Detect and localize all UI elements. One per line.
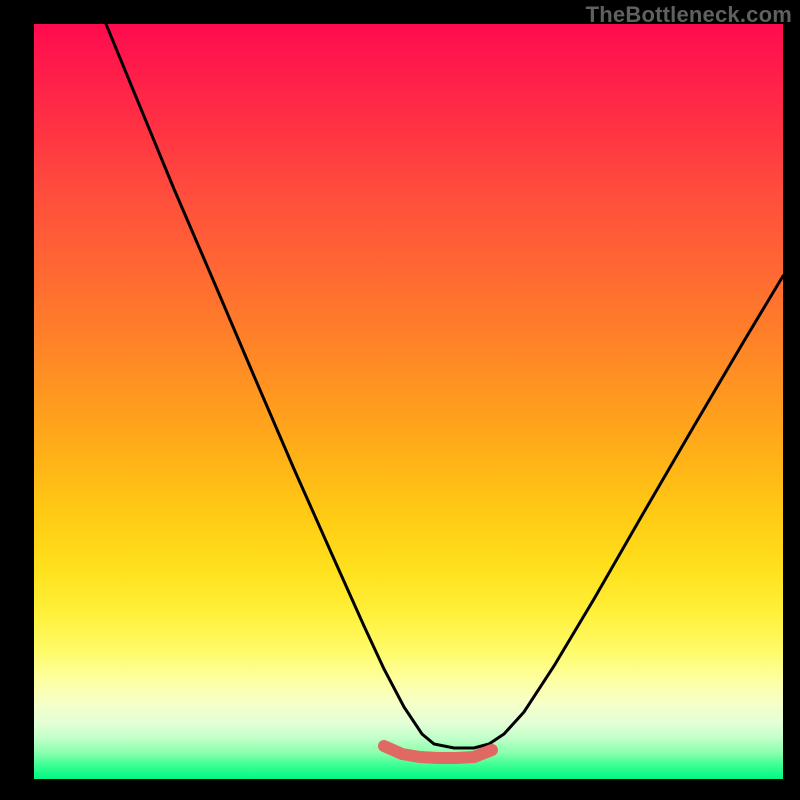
chart-stage: TheBottleneck.com: [0, 0, 800, 800]
watermark-text: TheBottleneck.com: [586, 2, 792, 28]
curve-layer: [34, 24, 783, 779]
plot-area: [34, 24, 783, 779]
bottleneck-curve-path: [106, 24, 783, 748]
